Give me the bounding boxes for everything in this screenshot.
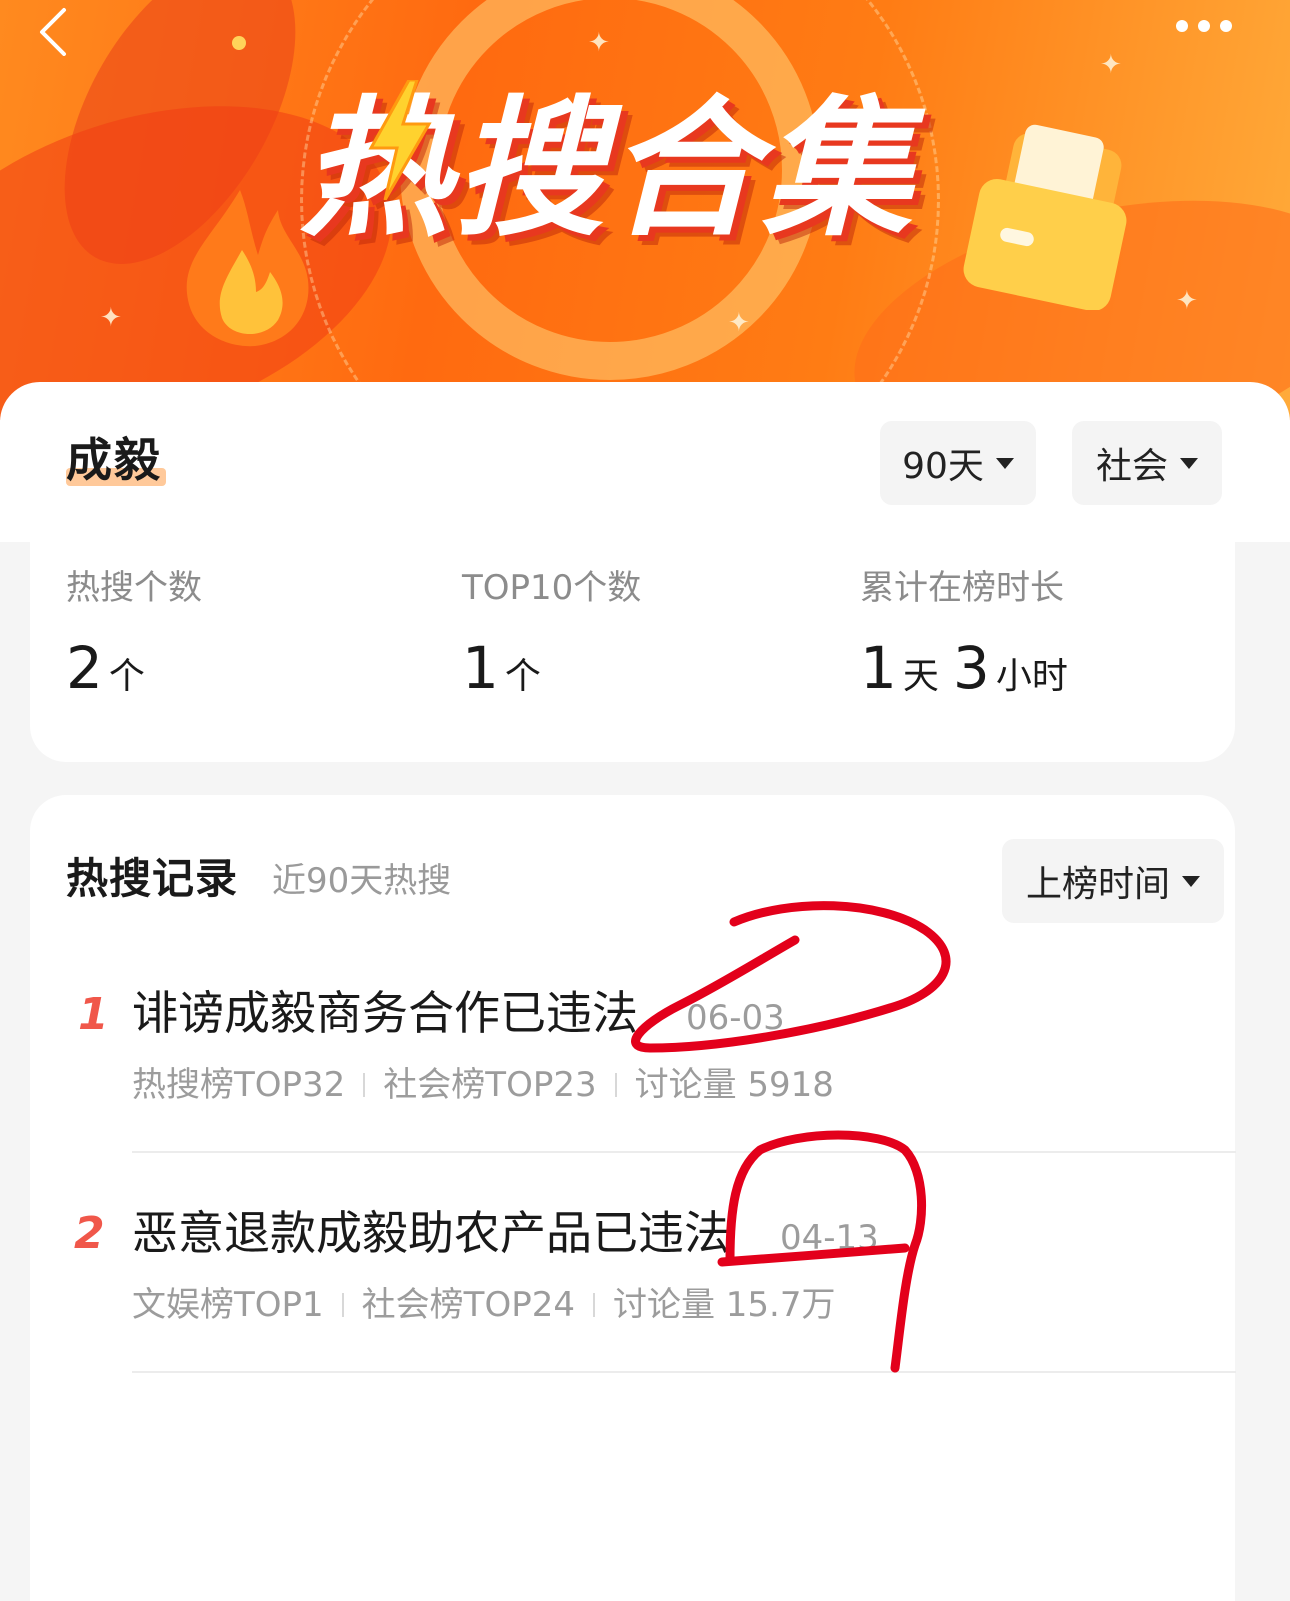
stat-duration-days-unit: 天 [902,656,939,697]
record-tag: 文娱榜TOP1 [132,1285,324,1325]
divider [614,1073,617,1097]
stat-count-label: 热搜个数 [66,568,202,608]
caret-down-icon [1182,875,1200,887]
sort-label: 上榜时间 [1025,864,1170,905]
sort-button[interactable]: 上榜时间 [1002,839,1224,923]
rank-number: 2 [74,1208,105,1259]
more-dots-icon [1220,20,1232,32]
category-filter-label: 社会 [1095,446,1168,487]
profile-name-wrap: 成毅 [66,432,166,492]
stat-duration-hours-unit: 小时 [995,656,1068,697]
profile-name: 成毅 [66,433,162,487]
records-subtitle: 近90天热搜 [272,861,452,901]
stat-count-value: 2个 [66,633,159,718]
stat-top10-value: 1个 [462,633,555,718]
stat-duration-label: 累计在榜时长 [860,568,1064,608]
stat-top10-number: 1 [462,634,499,702]
stat-duration-days: 1 [860,634,897,702]
record-title[interactable]: 诽谤成毅商务合作已违法 [132,983,638,1043]
record-date: 04-13 [780,1218,879,1258]
record-tag: 社会榜TOP24 [361,1285,575,1325]
record-title[interactable]: 恶意退款成毅助农产品已违法 [132,1203,730,1263]
divider [592,1293,595,1317]
sparkle-icon: ✦ [728,308,750,338]
stat-duration-hours: 3 [952,634,990,702]
record-date: 06-03 [686,998,785,1038]
more-button[interactable] [1176,14,1246,38]
more-dots-icon [1198,20,1210,32]
record-meta: 热搜榜TOP32 社会榜TOP23 讨论量 5918 [132,1062,834,1108]
caret-down-icon [995,457,1014,469]
lightning-icon [368,80,432,200]
stat-top10-unit: 个 [504,656,541,697]
days-filter-label: 90天 [902,446,984,487]
sparkle-icon: ✦ [100,303,122,333]
back-button[interactable] [34,6,84,56]
stat-duration-value: 1 天 3 小时 [860,633,1082,718]
rank-number: 1 [78,989,109,1040]
decor-dot [232,36,246,50]
row-divider [132,1151,1236,1153]
more-dots-icon [1176,20,1188,32]
divider [341,1293,344,1317]
records-title: 热搜记录 [66,854,239,903]
caret-down-icon [1180,457,1198,469]
record-tag: 社会榜TOP23 [383,1065,597,1105]
stat-count-number: 2 [66,634,103,702]
days-filter-button[interactable]: 90天 [880,421,1036,505]
stat-count-unit: 个 [108,656,145,697]
flame-icon [186,190,309,347]
row-divider [132,1371,1236,1373]
sparkle-icon: ✦ [1176,286,1198,316]
record-discussion: 讨论量 5918 [634,1065,834,1105]
hot-search-banner: ✦ ✦ ✦ ✦ ✦ 热搜合集 [0,0,1290,420]
chevron-left-icon [40,8,66,56]
record-discussion: 讨论量 15.7万 [612,1285,836,1325]
record-meta: 文娱榜TOP1 社会榜TOP24 讨论量 15.7万 [132,1282,835,1328]
category-filter-button[interactable]: 社会 [1072,421,1222,505]
divider [363,1073,366,1097]
sparkle-icon: ✦ [1100,50,1122,80]
sparkle-icon: ✦ [588,28,610,58]
record-tag: 热搜榜TOP32 [132,1065,346,1105]
stat-top10-label: TOP10个数 [462,568,642,608]
